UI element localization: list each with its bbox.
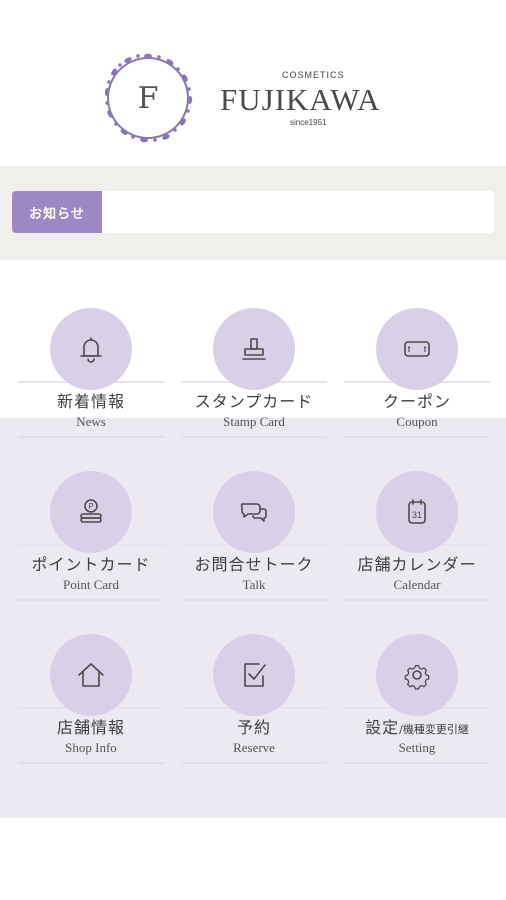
menu-icon-circle (50, 634, 132, 716)
calendar-icon: 31 (408, 499, 426, 524)
home-icon (78, 663, 104, 687)
coupon-icon (404, 341, 430, 357)
menu-item-shop-info[interactable]: 店舗情報 Shop Info (18, 634, 164, 764)
divider (181, 436, 327, 438)
menu-label-jp: お問合せトーク (194, 555, 314, 574)
menu-item-stamp-card[interactable]: スタンプカード Stamp Card (181, 308, 327, 438)
menu-label-jp: ポイントカード (31, 555, 151, 574)
menu-label-jp: 新着情報 (56, 392, 125, 411)
checkbox-icon (244, 663, 266, 687)
menu-label-jp: クーポン (382, 392, 451, 411)
menu-label-jp: 店舗情報 (56, 718, 125, 737)
menu-icon-circle (213, 308, 295, 390)
stamp-icon (242, 338, 266, 360)
chat-bubbles-icon (240, 503, 267, 522)
menu-label-jp-main: 設定 (365, 718, 400, 737)
divider (18, 436, 164, 438)
news-section: お知らせ (0, 166, 506, 260)
menu-item-reserve[interactable]: 予約 Reserve (181, 634, 327, 764)
menu-label-jp-sub: /機種変更引継 (399, 723, 469, 736)
gear-icon (404, 665, 430, 690)
menu-icon-circle (50, 308, 132, 390)
menu-item-setting[interactable]: 設定/機種変更引継 Setting (344, 634, 490, 764)
menu-item-calendar[interactable]: 31 店舗カレンダー Calendar (344, 471, 490, 601)
coins-icon: P (80, 499, 102, 523)
app-header: F COSMETICS FUJIKAWA since1951 (0, 0, 506, 166)
divider (181, 762, 327, 764)
svg-text:P: P (88, 502, 93, 511)
menu-label-en: Shop Info (65, 740, 117, 755)
menu-label-jp: 店舗カレンダー (357, 555, 477, 574)
menu-label-jp: 設定/機種変更引継 (334, 714, 500, 738)
menu-label-en: Reserve (233, 740, 275, 755)
menu-icon-circle (376, 308, 458, 390)
menu-icon-circle: P (50, 471, 132, 553)
menu-label-en: Talk (242, 577, 266, 592)
brand-name: FUJIKAWA (220, 82, 381, 117)
divider (344, 436, 490, 438)
brand-since: since1951 (290, 118, 327, 127)
bell-icon (80, 337, 102, 363)
divider (181, 599, 327, 601)
menu-item-talk[interactable]: お問合せトーク Talk (181, 471, 327, 601)
menu-item-news[interactable]: 新着情報 News (18, 308, 164, 438)
divider (18, 762, 164, 764)
menu-item-point-card[interactable]: P ポイントカード Point Card (18, 471, 164, 601)
logo-letter: F (137, 80, 159, 116)
menu-icon-circle (376, 634, 458, 716)
news-label: お知らせ (12, 191, 102, 233)
logo-emblem: F (98, 48, 198, 148)
news-ticker[interactable]: お知らせ (12, 191, 494, 233)
menu-icon-circle (213, 471, 295, 553)
calendar-icon-day: 31 (412, 510, 422, 520)
menu-label-en: Coupon (396, 414, 438, 429)
menu-label-en: Calendar (393, 577, 441, 592)
menu-label-jp: スタンプカード (194, 392, 314, 411)
menu-item-coupon[interactable]: クーポン Coupon (344, 308, 490, 438)
divider (18, 599, 164, 601)
menu-label-jp: 予約 (236, 718, 271, 737)
menu-label-en: Stamp Card (223, 414, 285, 429)
menu-label-en: Setting (398, 740, 436, 755)
menu-icon-circle (213, 634, 295, 716)
divider (344, 762, 490, 764)
brand-cosmetics: COSMETICS (282, 70, 345, 80)
menu-icon-circle: 31 (376, 471, 458, 553)
brand-logotype: COSMETICS FUJIKAWA since1951 (218, 68, 418, 132)
menu-label-en: Point Card (63, 577, 119, 592)
menu-label-en: News (76, 414, 106, 429)
divider (344, 599, 490, 601)
